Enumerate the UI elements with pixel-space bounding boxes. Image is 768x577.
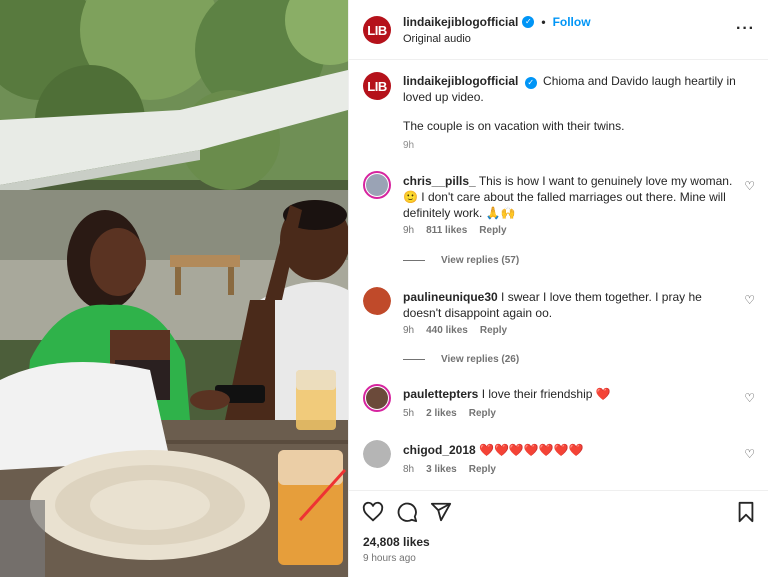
bookmark-icon[interactable] — [735, 501, 757, 523]
separator-dot: • — [541, 15, 546, 29]
commenter-avatar[interactable] — [363, 171, 391, 199]
comment-like-icon[interactable]: ♡ — [744, 293, 755, 307]
caption-text: lindaikejiblogofficial ✓ Chioma and Davi… — [403, 73, 743, 105]
comment-like-icon[interactable]: ♡ — [744, 447, 755, 461]
comment-icon[interactable] — [396, 501, 418, 523]
video-frame — [0, 0, 348, 577]
comment-meta: 9h 440 likes Reply — [403, 325, 507, 336]
comment-likes[interactable]: 2 likes — [426, 408, 457, 419]
view-replies-label: View replies (26) — [441, 354, 520, 365]
comment-time: 8h — [403, 464, 415, 475]
post-likes[interactable]: 24,808 likes — [363, 535, 430, 549]
comment-likes[interactable]: 3 likes — [426, 464, 457, 475]
reply-button[interactable]: Reply — [469, 464, 496, 475]
comment-text: chigod_2018 ❤️❤️❤️❤️❤️❤️❤️ — [403, 442, 743, 458]
comment-like-icon[interactable]: ♡ — [744, 391, 755, 405]
verified-icon: ✓ — [522, 16, 535, 28]
comment-likes[interactable]: 811 likes — [426, 225, 467, 236]
caption-username[interactable]: lindaikejiblogofficial — [403, 74, 518, 88]
post-actions: 24,808 likes 9 hours ago — [349, 490, 768, 577]
reply-button[interactable]: Reply — [479, 225, 506, 236]
comment-time: 5h — [403, 408, 415, 419]
comment-username[interactable]: chris__pills_ — [403, 174, 476, 188]
comment-text: paulettepters I love their friendship ❤️ — [403, 386, 743, 402]
comment-like-icon[interactable]: ♡ — [744, 179, 755, 193]
post-header: LIB lindaikejiblogofficial ✓ • Follow Or… — [349, 0, 768, 60]
author-username[interactable]: lindaikejiblogofficial — [403, 15, 518, 29]
reply-button[interactable]: Reply — [480, 325, 507, 336]
comment-username[interactable]: chigod_2018 — [403, 443, 476, 457]
post-timestamp: 9 hours ago — [363, 553, 416, 564]
comment-text: paulineunique30 I swear I love them toge… — [403, 289, 743, 321]
author-avatar[interactable]: LIB — [363, 16, 391, 44]
comment-time: 9h — [403, 225, 415, 236]
more-icon[interactable]: ··· — [736, 20, 755, 38]
audio-label[interactable]: Original audio — [403, 33, 471, 45]
comment-username[interactable]: paulettepters — [403, 387, 478, 401]
comment-body: I love their friendship ❤️ — [481, 387, 611, 401]
view-replies-label: View replies (57) — [441, 255, 520, 266]
heart-icon[interactable] — [362, 501, 384, 523]
comment-username[interactable]: paulineunique30 — [403, 290, 498, 304]
verified-icon: ✓ — [524, 77, 537, 89]
post-video[interactable] — [0, 0, 348, 577]
reply-button[interactable]: Reply — [469, 408, 496, 419]
follow-button[interactable]: Follow — [553, 15, 591, 29]
replies-divider — [403, 359, 425, 360]
comment-likes[interactable]: 440 likes — [426, 325, 468, 336]
comment-meta: 9h 811 likes Reply — [403, 225, 507, 236]
comment-meta: 8h 3 likes Reply — [403, 464, 496, 475]
view-replies-button[interactable]: View replies (57) — [403, 255, 519, 266]
commenter-avatar[interactable] — [363, 440, 391, 468]
replies-divider — [403, 260, 425, 261]
comment-text: chris__pills_ This is how I want to genu… — [403, 173, 743, 221]
commenter-avatar[interactable] — [363, 287, 391, 315]
commenter-avatar[interactable] — [363, 384, 391, 412]
caption-line2: The couple is on vacation with their twi… — [403, 119, 625, 133]
post-panel: LIB lindaikejiblogofficial ✓ • Follow Or… — [348, 0, 768, 577]
caption-avatar[interactable]: LIB — [363, 72, 391, 100]
caption-time: 9h — [403, 140, 415, 151]
comment-time: 9h — [403, 325, 415, 336]
comment-body: ❤️❤️❤️❤️❤️❤️❤️ — [479, 443, 584, 457]
author-line: lindaikejiblogofficial ✓ • Follow — [403, 15, 591, 29]
view-replies-button[interactable]: View replies (26) — [403, 354, 519, 365]
share-icon[interactable] — [430, 501, 452, 523]
comment-meta: 5h 2 likes Reply — [403, 408, 496, 419]
